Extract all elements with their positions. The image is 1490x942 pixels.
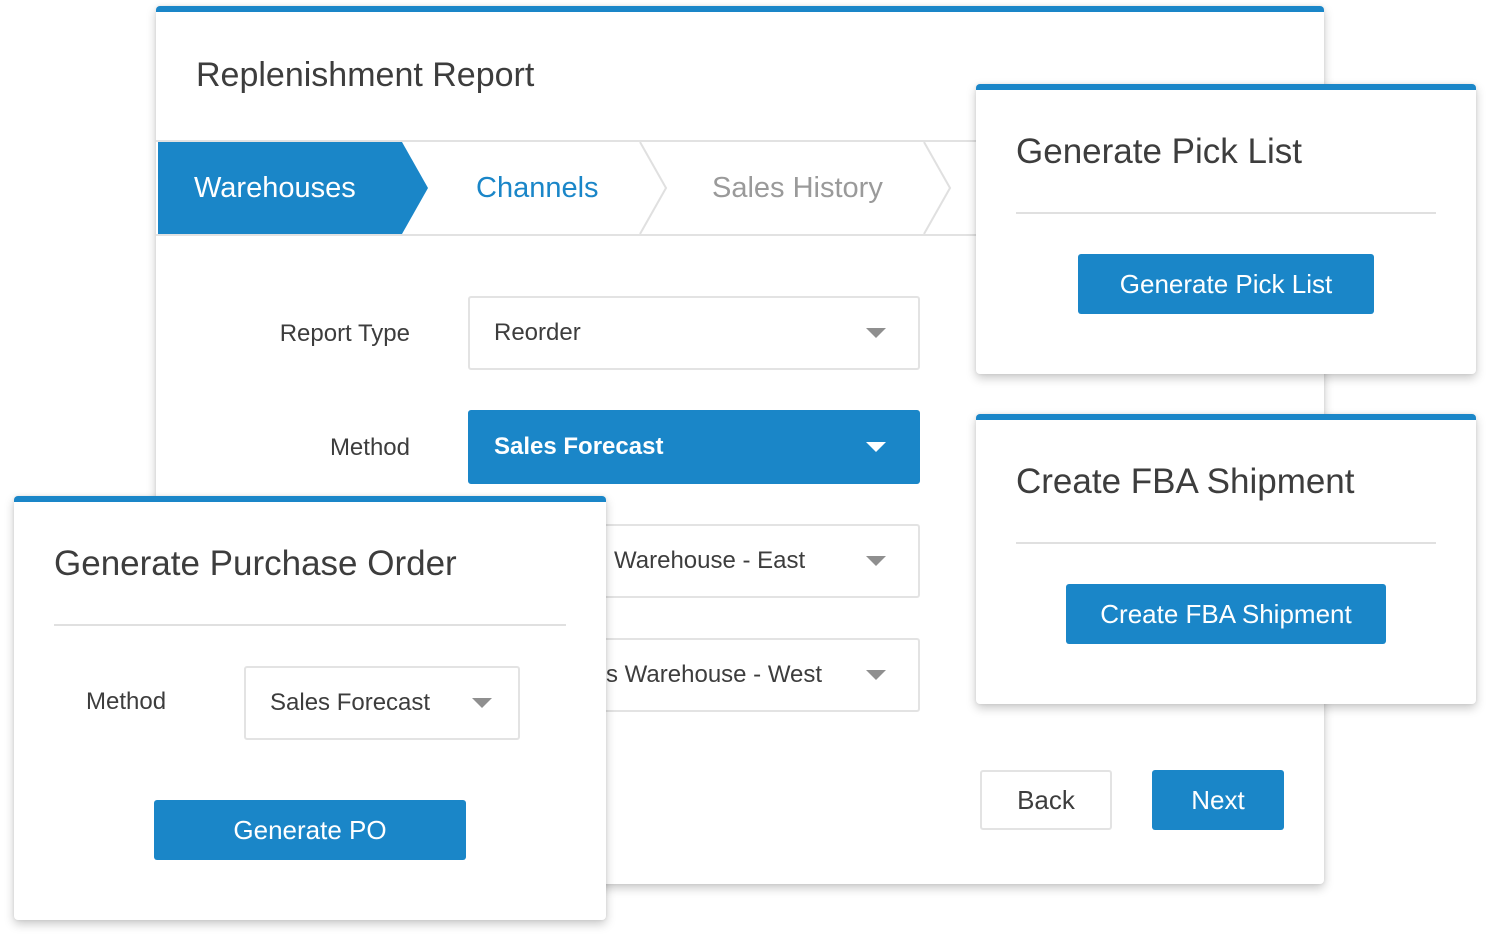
method-select[interactable]: Sales Forecast — [468, 410, 920, 484]
caret-down-icon — [472, 698, 492, 708]
caret-down-icon — [866, 670, 886, 680]
back-button[interactable]: Back — [980, 770, 1112, 830]
pick-list-title: Generate Pick List — [1016, 132, 1302, 171]
pick-list-card: Generate Pick List Generate Pick List — [976, 84, 1476, 374]
purchase-order-card: Generate Purchase Order Method Sales For… — [14, 496, 606, 920]
select-value: s Warehouse - West — [606, 661, 823, 688]
select-value: Sales Forecast — [494, 433, 664, 460]
select-value: Reorder — [494, 319, 581, 346]
select-value: Warehouse - East — [614, 547, 806, 574]
caret-down-icon — [866, 442, 886, 452]
divider — [54, 624, 566, 626]
caret-down-icon — [866, 556, 886, 566]
generate-po-button[interactable]: Generate PO — [154, 800, 466, 860]
step-label: Channels — [476, 171, 599, 204]
select-value: Sales Forecast — [270, 689, 431, 716]
next-button[interactable]: Next — [1152, 770, 1284, 830]
generate-pick-list-button[interactable]: Generate Pick List — [1078, 254, 1374, 314]
caret-down-icon — [866, 328, 886, 338]
step-channels[interactable]: Channels — [476, 142, 599, 234]
fba-shipment-title: Create FBA Shipment — [1016, 462, 1355, 501]
po-method-select[interactable]: Sales Forecast — [244, 666, 520, 740]
po-method-label: Method — [86, 688, 167, 715]
create-fba-shipment-button[interactable]: Create FBA Shipment — [1066, 584, 1386, 644]
step-label: Warehouses — [194, 171, 356, 204]
divider — [1016, 212, 1436, 214]
report-type-select[interactable]: Reorder — [468, 296, 920, 370]
fba-shipment-card: Create FBA Shipment Create FBA Shipment — [976, 414, 1476, 704]
report-title: Replenishment Report — [196, 56, 535, 94]
method-label: Method — [329, 434, 410, 461]
report-type-label: Report Type — [279, 320, 410, 347]
chevron-right-icon — [638, 141, 668, 235]
step-warehouses[interactable]: Warehouses — [158, 142, 428, 234]
divider — [1016, 542, 1436, 544]
step-label: Sales History — [712, 171, 883, 204]
chevron-right-icon — [922, 141, 952, 235]
purchase-order-title: Generate Purchase Order — [54, 544, 457, 583]
step-sales-history[interactable]: Sales History — [712, 142, 883, 234]
